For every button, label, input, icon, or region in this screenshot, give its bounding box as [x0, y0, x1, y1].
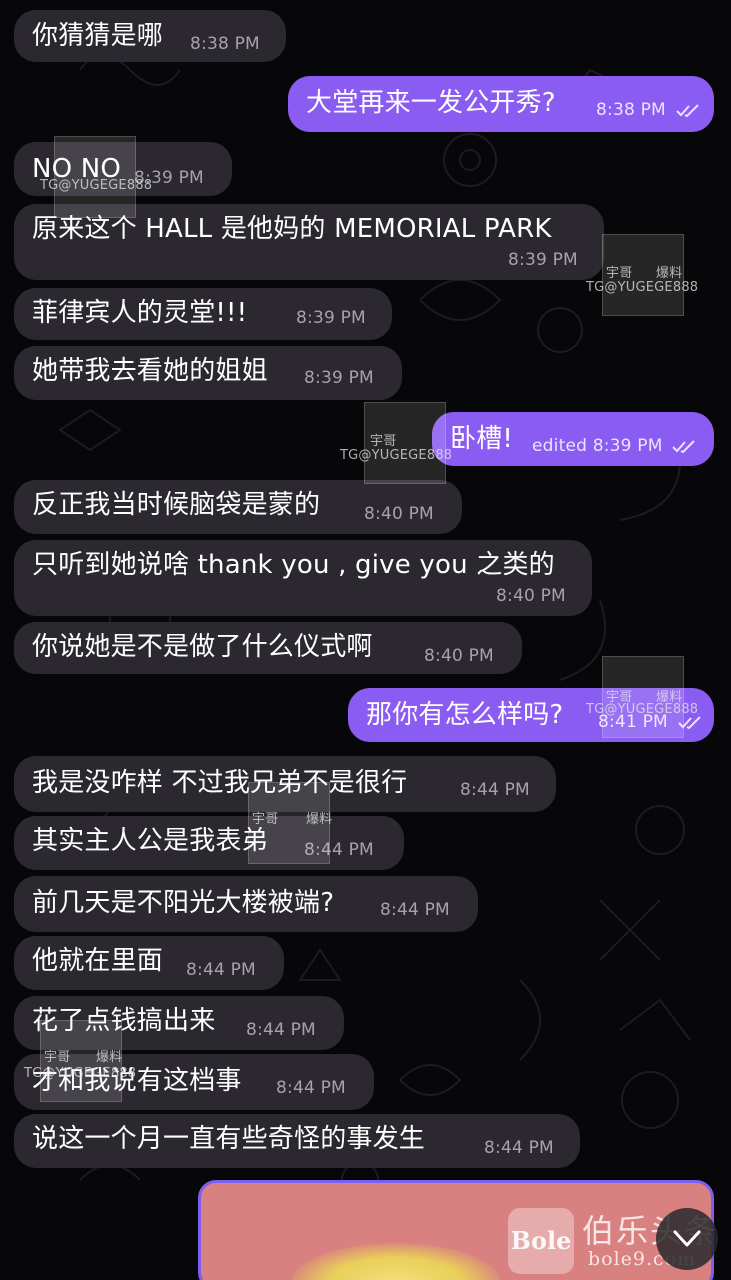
watermark-small-right: 爆料 [96, 1050, 123, 1065]
message-text: 你说她是不是做了什么仪式啊 [32, 632, 373, 662]
message-time: 8:40 PM [364, 504, 434, 524]
message-text: 那你有怎么样吗? [366, 700, 564, 730]
message-time: 8:44 PM [380, 900, 450, 920]
photo-content [291, 1243, 501, 1280]
message-time: 8:38 PM [190, 34, 260, 54]
message-bubble-incoming[interactable]: 只听到她说啥 thank you , give you 之类的 8:40 PM [14, 540, 592, 616]
message-text: 你猜猜是哪 [32, 21, 164, 51]
message-time: 8:39 PM [296, 308, 366, 328]
message-time: 8:38 PM [596, 100, 700, 120]
message-bubble-incoming[interactable]: 说这一个月一直有些奇怪的事发生 8:44 PM [14, 1114, 580, 1168]
watermark-small-left: 宇哥 [44, 1050, 71, 1065]
message-bubble-incoming[interactable]: 她带我去看她的姐姐 8:39 PM [14, 346, 402, 400]
watermark-small-left: 宇哥 [606, 266, 633, 281]
watermark-box [54, 136, 136, 218]
message-time: 8:44 PM [186, 960, 256, 980]
watermark-small-right: 爆料 [656, 266, 683, 281]
message-time: 8:40 PM [424, 646, 494, 666]
message-bubble-incoming[interactable]: 其实主人公是我表弟 8:44 PM [14, 816, 404, 870]
message-bubble-incoming[interactable]: 前几天是不阳光大楼被端? 8:44 PM [14, 876, 478, 932]
watermark-small-left: 宇哥 [370, 434, 397, 449]
message-bubble-outgoing[interactable]: 卧槽! edited 8:39 PM [432, 412, 714, 466]
message-time: 8:44 PM [246, 1020, 316, 1040]
message-time: 8:44 PM [460, 780, 530, 800]
watermark-label: TG@YUGEGE888 [586, 702, 699, 717]
scroll-down-button[interactable] [656, 1208, 718, 1270]
message-text: 说这一个月一直有些奇怪的事发生 [32, 1124, 426, 1154]
double-check-icon [675, 104, 699, 118]
message-time: edited 8:39 PM [532, 436, 696, 456]
watermark-label: TG@YUGEGE888 [340, 448, 453, 463]
message-bubble-incoming[interactable]: 菲律宾人的灵堂!!! 8:39 PM [14, 288, 392, 340]
watermark-label: TG@YUGEGE888 [24, 1066, 137, 1081]
site-logo: Bole [508, 1208, 574, 1274]
message-text: 他就在里面 [32, 946, 164, 976]
message-text: 只听到她说啥 thank you , give you 之类的 [32, 550, 555, 580]
message-text: 我是没咋样 不过我兄弟不是很行 [32, 768, 408, 798]
message-bubble-outgoing[interactable]: 大堂再来一发公开秀? 8:38 PM [288, 76, 714, 132]
message-text: 反正我当时候脑袋是蒙的 [32, 490, 321, 520]
watermark-label: TG@YUGEGE888 [40, 178, 153, 193]
message-time: 8:44 PM [276, 1078, 346, 1098]
chat-screen: 你猜猜是哪 8:38 PM 大堂再来一发公开秀? 8:38 PM NO NO 8… [0, 0, 731, 1280]
message-text: 大堂再来一发公开秀? [306, 88, 556, 118]
watermark-label: TG@YUGEGE888 [586, 280, 699, 295]
message-bubble-incoming[interactable]: 反正我当时候脑袋是蒙的 8:40 PM [14, 480, 462, 534]
message-text: 她带我去看她的姐姐 [32, 356, 268, 386]
watermark-small-right: 爆料 [306, 812, 333, 827]
message-bubble-incoming[interactable]: 他就在里面 8:44 PM [14, 936, 284, 990]
message-text: 前几天是不阳光大楼被端? [32, 888, 335, 918]
message-bubble-incoming[interactable]: 你猜猜是哪 8:38 PM [14, 10, 286, 62]
message-time-text: 8:38 PM [596, 100, 666, 120]
message-text: 其实主人公是我表弟 [32, 826, 268, 856]
message-time: 8:39 PM [304, 368, 374, 388]
message-time: 8:40 PM [496, 586, 566, 606]
watermark-small-left: 宇哥 [252, 812, 279, 827]
message-text: 菲律宾人的灵堂!!! [32, 298, 248, 328]
double-check-icon [672, 440, 695, 454]
message-time: 8:44 PM [484, 1138, 554, 1158]
message-text: 卧槽! [450, 424, 514, 454]
message-bubble-incoming[interactable]: 你说她是不是做了什么仪式啊 8:40 PM [14, 622, 522, 674]
message-time: 8:39 PM [508, 250, 578, 270]
message-time-text: edited 8:39 PM [532, 436, 663, 456]
chevron-down-icon [673, 1230, 701, 1247]
